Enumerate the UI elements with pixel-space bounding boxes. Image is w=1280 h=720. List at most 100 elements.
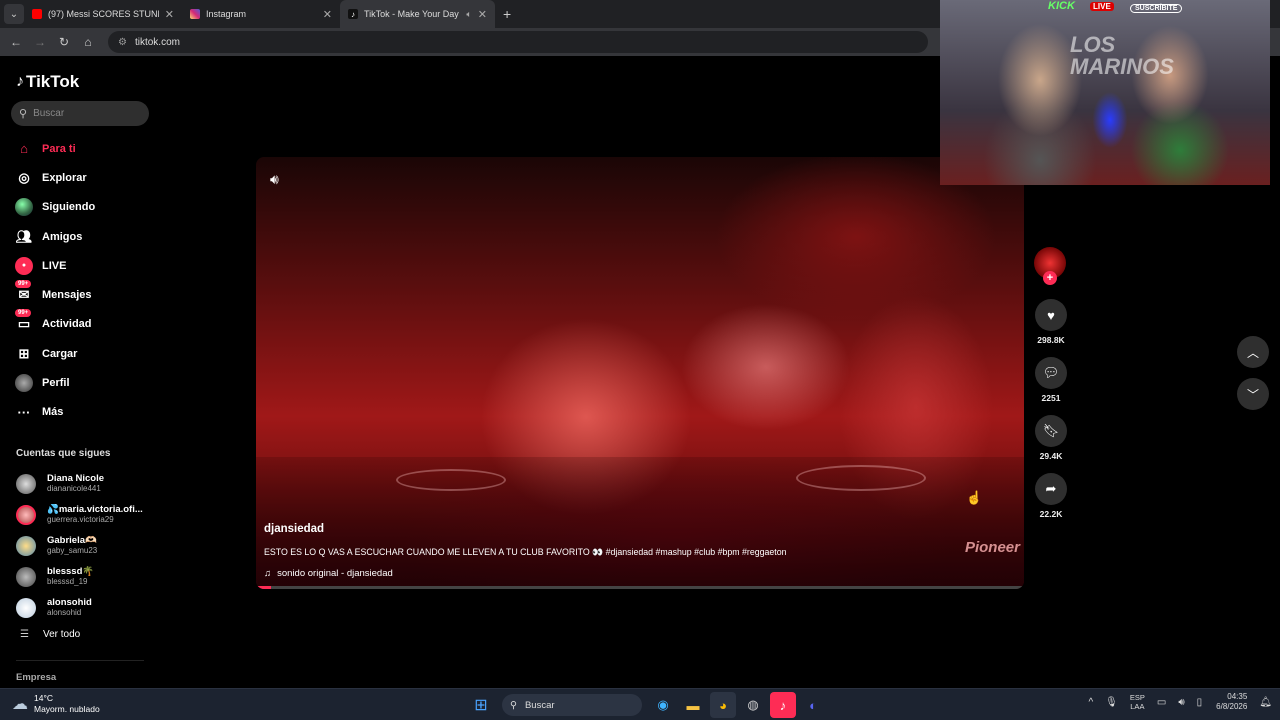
following-avatar-icon — [15, 198, 33, 217]
kick-label: KICK — [1048, 0, 1075, 12]
edge-icon[interactable]: ◉ — [650, 692, 676, 718]
video-author[interactable]: djansiedad — [264, 523, 787, 535]
back-icon[interactable]: ← — [4, 35, 28, 49]
see-all-link[interactable]: ☰ Ver todo — [20, 629, 80, 640]
turntable-left — [396, 469, 506, 491]
avatar — [16, 535, 36, 556]
close-icon[interactable]: ✕ — [165, 8, 174, 21]
notification-bell-icon[interactable]: 🔔︎ — [1259, 697, 1272, 708]
tab-search-button[interactable]: ⌄ — [4, 4, 24, 24]
search-input[interactable]: ⚲ Buscar — [11, 101, 149, 126]
tab-title: TikTok - Make Your Day — [364, 9, 459, 19]
taskbar-search[interactable]: ⚲ Buscar — [502, 694, 642, 716]
new-tab-button[interactable]: + — [503, 6, 511, 22]
following-item[interactable]: alonsohid alonsohid — [16, 592, 156, 623]
reload-icon[interactable]: ↻ — [52, 35, 76, 49]
video-progress-bar[interactable] — [256, 586, 1024, 589]
instagram-icon — [190, 9, 200, 19]
weather-desc: Mayorm. nublado — [34, 704, 100, 714]
volume-icon[interactable]: 🔊︎ — [270, 171, 279, 188]
following-list: Diana Nicole diananicole441 💦maria.victor… — [16, 468, 156, 623]
menu-item-amigos[interactable]: 👥︎ Amigos — [0, 222, 160, 251]
clock[interactable]: 04:35 6/8/2026 — [1216, 692, 1247, 712]
tiktok-note-icon: ♪ — [16, 73, 24, 90]
footer-section-empresa[interactable]: Empresa — [16, 672, 56, 683]
chrome-icon[interactable]: ◕ — [710, 692, 736, 718]
chevron-down-icon: ﹀ — [1246, 387, 1259, 402]
menu-item-mensajes[interactable]: ✉ 99+ Mensajes — [0, 280, 160, 309]
tiktok-logo[interactable]: ♪ TikTok — [16, 72, 79, 92]
menu-label: Cargar — [42, 347, 78, 360]
following-section-title: Cuentas que sigues — [16, 448, 111, 459]
site-info-icon[interactable]: ⚙ — [118, 37, 127, 48]
menu-item-actividad[interactable]: ▭ 99+ Actividad — [0, 309, 160, 339]
following-item[interactable]: Gabriela🫶🏻 gaby_samu23 — [16, 530, 156, 561]
following-name: alonsohid — [47, 597, 92, 608]
language-indicator[interactable]: ESP LAA — [1130, 693, 1145, 711]
turntable-right — [796, 465, 926, 491]
close-icon[interactable]: ✕ — [323, 8, 332, 21]
volume-icon[interactable]: 🔊︎ — [1178, 697, 1184, 708]
following-name: 💦maria.victoria.ofi... — [47, 504, 143, 515]
windows-start-icon[interactable]: ⊞ — [468, 692, 494, 718]
heart-icon[interactable]: ♥ — [1035, 299, 1067, 331]
following-item[interactable]: Diana Nicole diananicole441 — [16, 468, 156, 499]
save-count: 29.4K — [1039, 451, 1063, 461]
menu-label: Más — [42, 406, 64, 419]
creator-avatar[interactable]: + — [1034, 247, 1066, 285]
discord-icon[interactable]: ◐ — [800, 692, 826, 718]
previous-video-button[interactable]: ︿ — [1237, 336, 1269, 368]
file-explorer-icon[interactable]: ▬ — [680, 692, 706, 718]
search-icon: ⚲ — [19, 108, 28, 120]
activity-icon: ▭ 99+ — [15, 309, 33, 333]
avatar — [16, 566, 36, 587]
tab-tiktok[interactable]: ♪ TikTok - Make Your Day 🔈︎ ✕ — [340, 0, 495, 28]
menu-label: Para ti — [42, 142, 76, 155]
following-item[interactable]: blesssd🌴 blesssd_19 — [16, 561, 156, 592]
subscribe-label: SUSCRÍBITE — [1130, 4, 1183, 13]
music-note-icon: ♫ — [264, 568, 272, 579]
tiktok-app-icon[interactable]: ♪ — [770, 692, 796, 718]
network-icon[interactable]: ▭ — [1157, 697, 1166, 708]
close-icon[interactable]: ✕ — [478, 8, 487, 21]
video-actions: + ♥ 298.8K 💬︎ 2251 🔖︎ 29.4K ➦ 22.2K — [1033, 247, 1069, 519]
save-action: 🔖︎ 29.4K — [1033, 415, 1069, 461]
tab-youtube[interactable]: (97) Messi SCORES STUNNING ✕ — [24, 0, 182, 28]
clock-time: 04:35 — [1227, 692, 1248, 701]
logo-text: TikTok — [26, 72, 80, 91]
menu-item-cargar[interactable]: ⊞ Cargar — [0, 339, 160, 368]
steam-icon[interactable]: ◍ — [740, 692, 766, 718]
menu-item-live[interactable]: ● LIVE — [0, 251, 160, 280]
follow-plus-icon[interactable]: + — [1043, 271, 1057, 285]
more-icon: ··· — [17, 404, 31, 420]
taskbar-search-label: Buscar — [524, 699, 555, 711]
search-icon: ⚲ — [510, 699, 517, 711]
battery-icon[interactable]: ▯ — [1197, 697, 1203, 708]
system-tray: ^ 🎙︎ ESP LAA ▭ 🔊︎ ▯ 04:35 6/8/2026 🔔︎ — [1088, 692, 1272, 712]
menu-item-perfil[interactable]: Perfil — [0, 368, 160, 397]
menu-item-mas[interactable]: ··· Más — [0, 398, 160, 427]
video-sound[interactable]: ♫ sonido original - djansiedad — [264, 568, 787, 579]
see-all-label: Ver todo — [42, 629, 81, 640]
video-info: djansiedad ESTO ES LO Q VAS A ESCUCHAR C… — [264, 523, 787, 579]
share-icon[interactable]: ➦ — [1035, 473, 1067, 505]
menu-label: Perfil — [42, 377, 70, 390]
tab-instagram[interactable]: Instagram ✕ — [182, 0, 340, 28]
menu-item-para-ti[interactable]: ⌂ Para ti — [0, 134, 160, 163]
menu-item-explorar[interactable]: ◎ Explorar — [0, 163, 160, 192]
home-icon[interactable]: ⌂ — [76, 35, 100, 49]
video-description: ESTO ES LO Q VAS A ESCUCHAR CUANDO ME LL… — [264, 547, 787, 557]
menu-item-siguiendo[interactable]: Siguiendo — [0, 193, 160, 222]
bookmark-icon[interactable]: 🔖︎ — [1035, 415, 1067, 447]
speaker-icon[interactable]: 🔈︎ — [466, 9, 471, 20]
chevron-up-icon[interactable]: ^ — [1088, 697, 1093, 708]
url-field[interactable]: ⚙ tiktok.com — [108, 31, 928, 53]
forward-icon[interactable]: → — [28, 35, 52, 49]
comment-icon[interactable]: 💬︎ — [1035, 357, 1067, 389]
next-video-button[interactable]: ﹀ — [1237, 378, 1269, 410]
weather-widget[interactable]: ☁ 14°C Mayorm. nublado — [12, 693, 100, 715]
following-item[interactable]: 💦maria.victoria.ofi... guerrera.victoria2… — [16, 499, 156, 530]
following-name: Diana Nicole — [47, 473, 105, 484]
microphone-icon[interactable]: 🎙︎ — [1105, 697, 1118, 708]
video-player[interactable]: Pioneer 🔊︎ djansiedad ESTO ES LO Q VAS A… — [256, 157, 1024, 589]
